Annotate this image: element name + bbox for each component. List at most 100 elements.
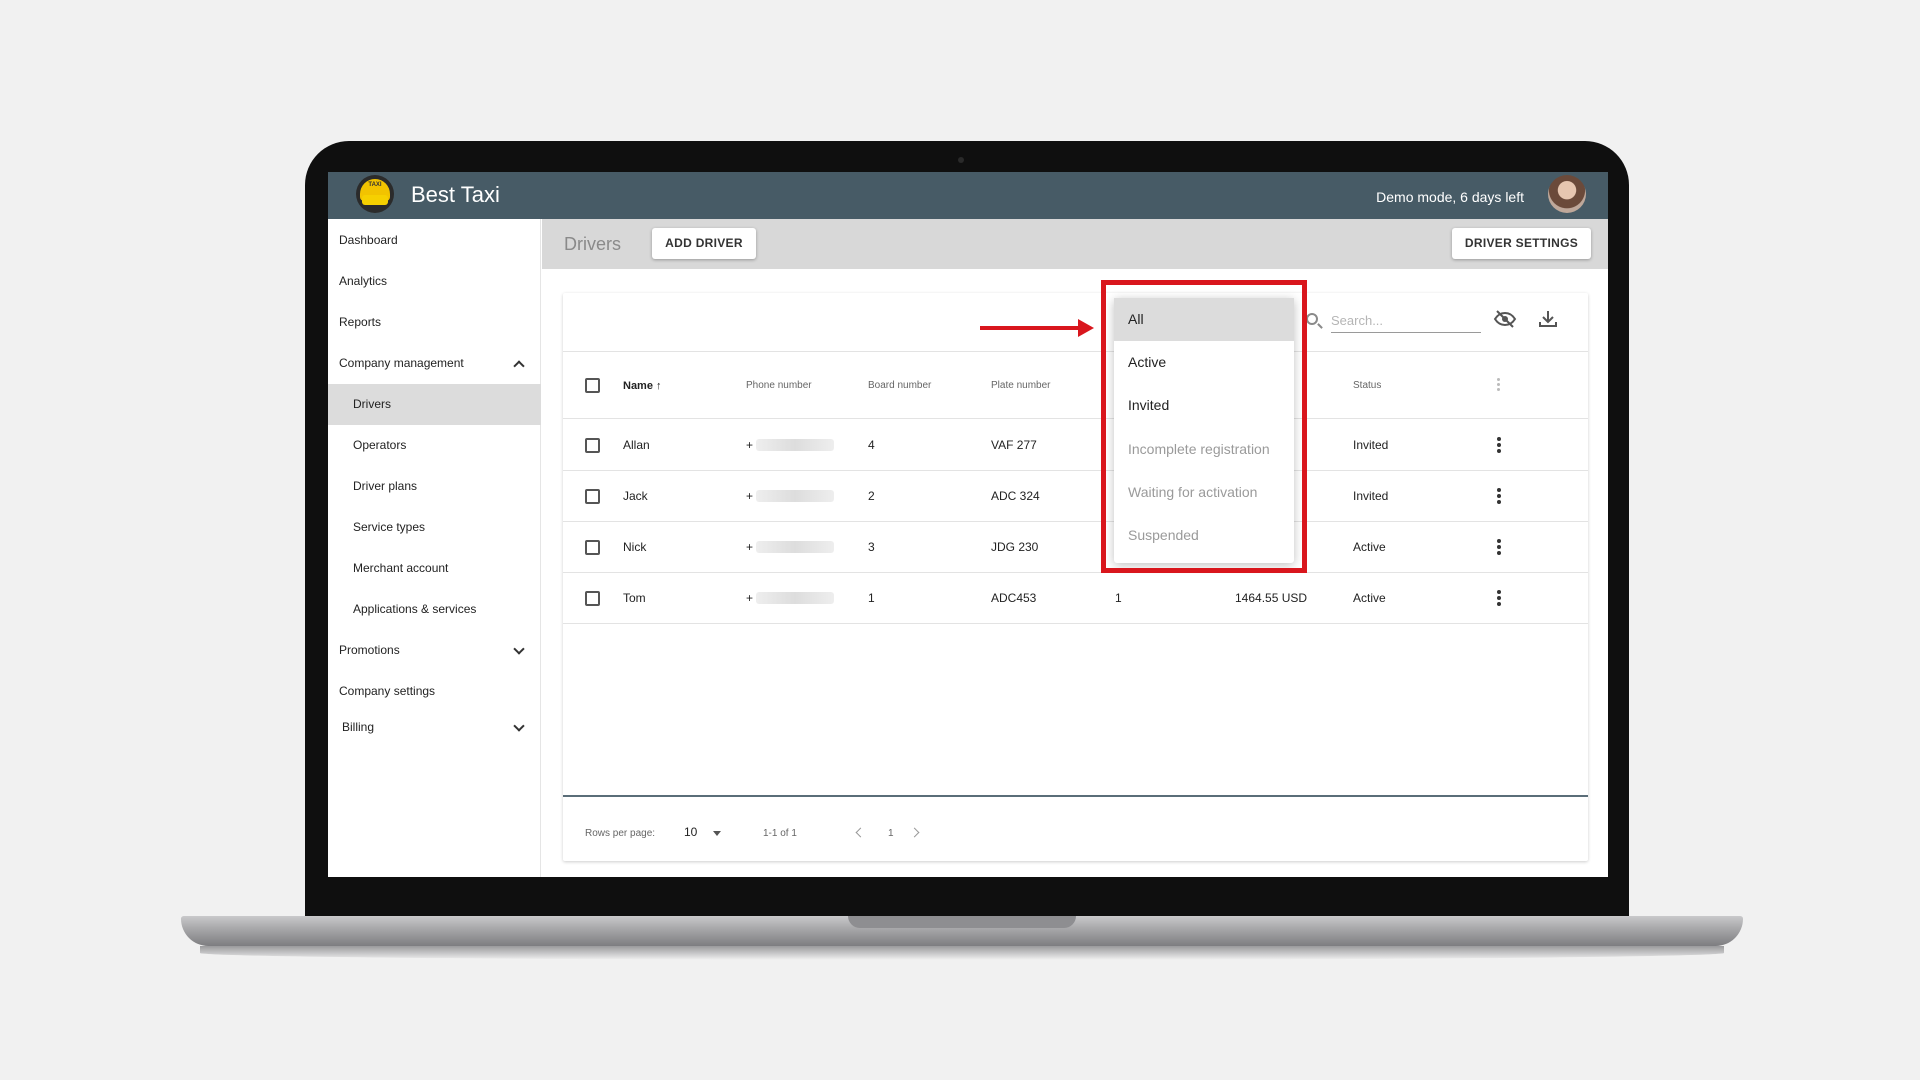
sidebar-item-label: Billing [342, 720, 375, 734]
driver-settings-button[interactable]: DRIVER SETTINGS [1452, 228, 1591, 259]
select-all-checkbox[interactable] [585, 378, 600, 393]
app-screen: TAXI Best Taxi Demo mode, 6 days left Da… [328, 172, 1608, 877]
sidebar-item-label: Analytics [339, 274, 388, 288]
sidebar-item-label: Drivers [353, 397, 391, 411]
row-checkbox[interactable] [585, 591, 600, 606]
table-row[interactable]: Allan + 4 VAF 277 Invited [563, 420, 1588, 471]
chevron-down-icon [513, 643, 525, 655]
sidebar-item-dashboard[interactable]: Dashboard [328, 220, 541, 261]
sidebar-item-label: Merchant account [353, 561, 449, 575]
rows-per-page-select[interactable]: 10 [684, 825, 697, 839]
arrow-up-icon: ↑ [656, 380, 662, 392]
row-menu-icon[interactable] [1497, 539, 1501, 555]
dropdown-caret-icon [713, 831, 721, 836]
table-row[interactable]: Tom + 1 ADC453 1 1464.55 USD Active [563, 573, 1588, 624]
driver-board-number: 3 [868, 540, 875, 554]
row-menu-icon[interactable] [1497, 437, 1501, 453]
column-header-name[interactable]: Name ↑ [623, 380, 662, 392]
table-footer-divider [563, 795, 1588, 797]
annotation-arrow-head [1078, 319, 1094, 337]
driver-plate-number: ADC453 [991, 591, 1037, 605]
driver-status: Active [1353, 591, 1386, 605]
driver-plate-number: ADC 324 [991, 489, 1040, 503]
page-header: Drivers ADD DRIVER DRIVER SETTINGS [542, 219, 1608, 269]
column-header-plate[interactable]: Plate number [991, 380, 1050, 391]
redacted-phone [756, 439, 834, 451]
logo-text: TAXI [368, 182, 382, 188]
page-title: Drivers [564, 234, 621, 254]
sidebar-item-driver-plans[interactable]: Driver plans [328, 466, 541, 507]
laptop-base-shadow [200, 946, 1724, 960]
redacted-phone [756, 592, 834, 604]
sidebar-item-label: Driver plans [353, 479, 418, 493]
sidebar-item-label: Applications & services [353, 602, 477, 616]
column-header-status[interactable]: Status [1353, 380, 1381, 391]
user-avatar[interactable] [1548, 175, 1586, 213]
sidebar-item-service-types[interactable]: Service types [328, 507, 541, 548]
column-menu-icon[interactable] [1497, 378, 1501, 394]
demo-mode-notice: Demo mode, 6 days left [1376, 189, 1524, 205]
driver-status: Invited [1353, 489, 1389, 503]
sidebar-item-analytics[interactable]: Analytics [328, 261, 541, 302]
column-header-phone[interactable]: Phone number [746, 380, 812, 391]
driver-phone: + [746, 438, 754, 452]
sidebar-item-label: Promotions [339, 643, 400, 657]
sidebar-item-reports[interactable]: Reports [328, 302, 541, 343]
driver-status: Active [1353, 540, 1386, 554]
driver-plate-number: VAF 277 [991, 438, 1037, 452]
laptop-notch [848, 916, 1076, 928]
logo-car [362, 195, 388, 205]
drivers-table-card: Name ↑ Phone number Board number Plate n… [563, 293, 1588, 861]
current-page: 1 [888, 828, 894, 839]
sidebar-item-label: Company management [339, 356, 464, 370]
sidebar-item-company-management[interactable]: Company management [328, 343, 541, 384]
sidebar-item-promotions[interactable]: Promotions [328, 630, 541, 671]
sidebar-item-applications-services[interactable]: Applications & services [328, 589, 541, 630]
driver-name: Tom [623, 591, 646, 605]
chevron-up-icon [513, 360, 525, 372]
row-menu-icon[interactable] [1497, 590, 1501, 606]
sidebar-item-drivers[interactable]: Drivers [328, 384, 541, 425]
driver-extra-count: 1 [1115, 591, 1122, 605]
rows-per-page-label: Rows per page: [585, 828, 656, 839]
driver-board-number: 2 [868, 489, 875, 503]
sidebar-item-label: Reports [339, 315, 382, 329]
sidebar-item-merchant-account[interactable]: Merchant account [328, 548, 541, 589]
row-checkbox[interactable] [585, 438, 600, 453]
driver-phone: + [746, 540, 754, 554]
driver-phone: + [746, 489, 754, 503]
driver-name: Jack [623, 489, 648, 503]
driver-balance: 1464.55 USD [1235, 591, 1308, 605]
search-input[interactable] [1331, 309, 1481, 333]
top-bar: TAXI Best Taxi Demo mode, 6 days left [328, 172, 1608, 219]
sidebar-item-label: Service types [353, 520, 426, 534]
pagination-range: 1-1 of 1 [763, 828, 797, 839]
sidebar-item-label: Dashboard [339, 233, 398, 247]
row-checkbox[interactable] [585, 540, 600, 555]
hide-columns-icon[interactable] [1493, 307, 1517, 331]
search-icon [1306, 313, 1318, 325]
sidebar-item-operators[interactable]: Operators [328, 425, 541, 466]
redacted-phone [756, 541, 834, 553]
chevron-left-icon[interactable] [855, 827, 866, 838]
laptop-camera [958, 157, 964, 163]
main-content: Drivers ADD DRIVER DRIVER SETTINGS Name … [542, 219, 1608, 877]
table-row[interactable]: Nick + 3 JDG 230 Active [563, 522, 1588, 573]
row-menu-icon[interactable] [1497, 488, 1501, 504]
app-title: Best Taxi [411, 182, 500, 207]
sidebar-item-company-settings[interactable]: Company settings [328, 671, 541, 712]
download-icon[interactable] [1536, 307, 1560, 331]
driver-plate-number: JDG 230 [991, 540, 1039, 554]
column-header-label: Name [623, 380, 653, 392]
row-checkbox[interactable] [585, 489, 600, 504]
redacted-phone [756, 490, 834, 502]
add-driver-button[interactable]: ADD DRIVER [652, 228, 756, 259]
driver-name: Nick [623, 540, 647, 554]
taxi-logo[interactable]: TAXI [356, 175, 394, 213]
chevron-right-icon[interactable] [909, 827, 920, 838]
table-row[interactable]: Jack + 2 ADC 324 Invited [563, 471, 1588, 522]
column-header-board[interactable]: Board number [868, 380, 931, 391]
sidebar-item-billing[interactable]: Billing [328, 707, 541, 748]
annotation-arrow [980, 326, 1080, 330]
sidebar-item-label: Company settings [339, 684, 436, 698]
